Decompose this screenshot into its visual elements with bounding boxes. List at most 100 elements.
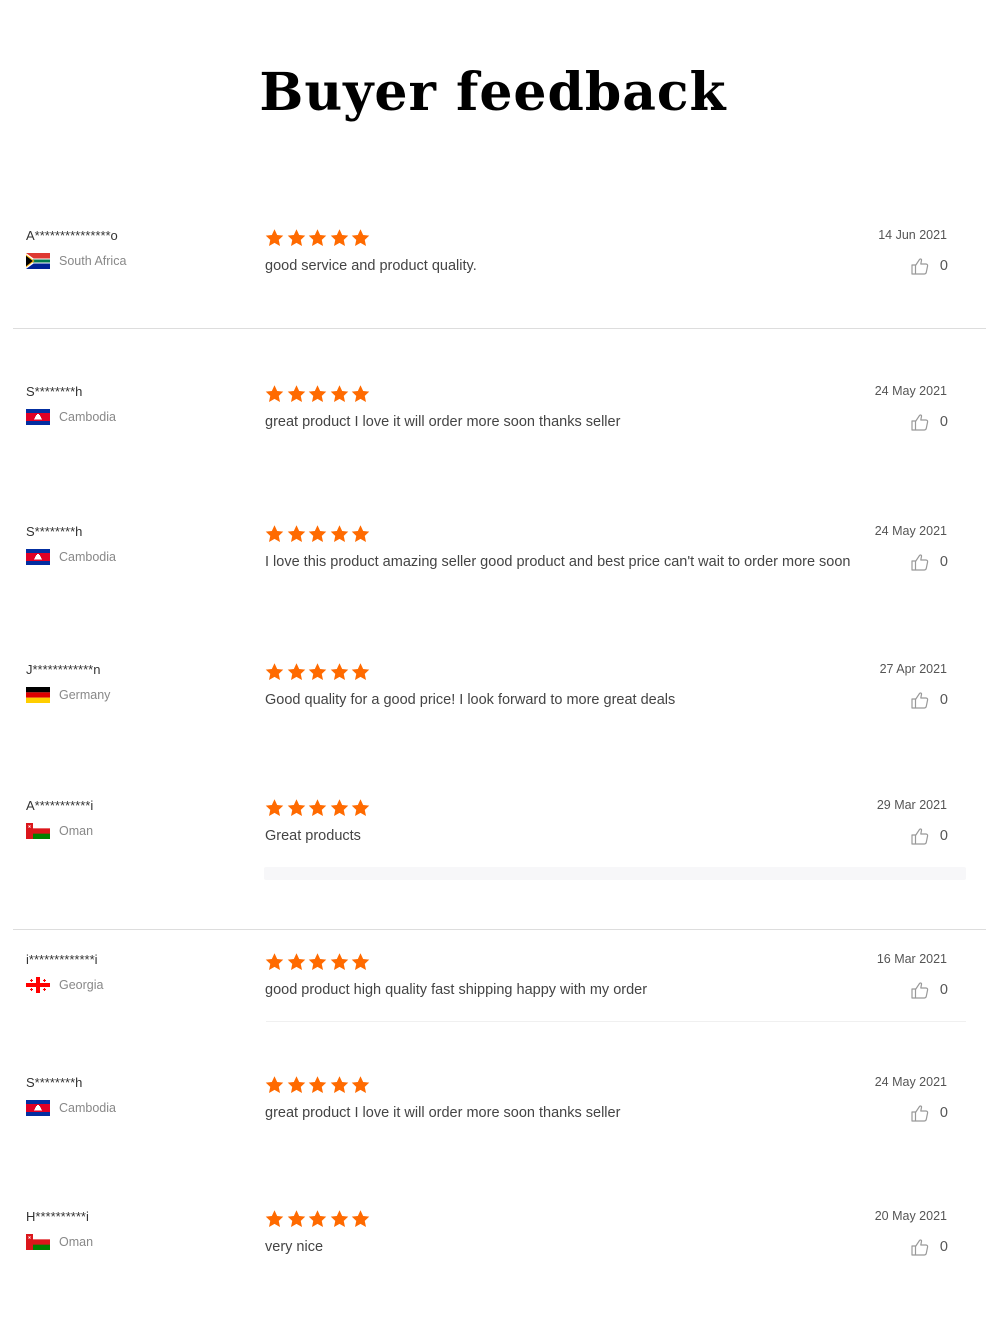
star-icon bbox=[330, 953, 348, 970]
flag-kh-icon bbox=[26, 549, 50, 565]
star-icon bbox=[265, 1210, 284, 1227]
review-date: 29 Mar 2021 bbox=[876, 798, 947, 812]
country-label: South Africa bbox=[59, 254, 127, 268]
buyer-country: Oman bbox=[26, 823, 93, 839]
review-item: S********h Cambodia I love this product … bbox=[0, 524, 986, 594]
buyer-name: S********h bbox=[26, 1075, 83, 1090]
flag-om-icon bbox=[26, 823, 50, 839]
star-icon bbox=[308, 385, 327, 402]
star-icon bbox=[308, 953, 327, 970]
star-icon bbox=[287, 385, 305, 402]
star-icon bbox=[308, 229, 327, 246]
like-count: 0 bbox=[939, 692, 948, 708]
like-count: 0 bbox=[939, 982, 948, 998]
like-count: 0 bbox=[939, 258, 948, 274]
like-button[interactable]: 0 bbox=[910, 412, 948, 432]
star-rating bbox=[264, 228, 372, 248]
thumbs-up-icon bbox=[911, 1239, 929, 1256]
country-label: Cambodia bbox=[59, 1101, 116, 1115]
buyer-country: Cambodia bbox=[26, 1100, 116, 1116]
star-rating bbox=[264, 798, 372, 818]
star-icon bbox=[265, 799, 284, 816]
star-rating bbox=[264, 662, 372, 682]
review-comment: very nice bbox=[265, 1239, 324, 1255]
star-icon bbox=[351, 1210, 370, 1227]
star-rating bbox=[264, 384, 372, 404]
star-rating bbox=[264, 524, 372, 544]
like-button[interactable]: 0 bbox=[910, 1237, 948, 1257]
star-icon bbox=[265, 385, 284, 402]
reply-placeholder bbox=[264, 867, 966, 880]
review-item: H**********i Oman very nice 20 May 2021 … bbox=[0, 1209, 986, 1279]
review-comment: good service and product quality. bbox=[265, 258, 477, 274]
review-item: A***********i Oman Great products 29 Mar… bbox=[0, 798, 986, 868]
review-date: 24 May 2021 bbox=[874, 1075, 947, 1089]
star-icon bbox=[308, 663, 327, 680]
buyer-country: South Africa bbox=[26, 253, 126, 269]
star-icon bbox=[265, 663, 284, 680]
star-icon bbox=[265, 1076, 284, 1093]
buyer-country: Georgia bbox=[26, 977, 103, 993]
country-label: Oman bbox=[59, 824, 94, 838]
star-icon bbox=[265, 953, 284, 970]
review-date: 16 Mar 2021 bbox=[876, 952, 947, 966]
review-item: A***************o South Africa good serv… bbox=[0, 228, 986, 298]
star-icon bbox=[330, 229, 348, 246]
star-icon bbox=[287, 229, 305, 246]
like-button[interactable]: 0 bbox=[910, 826, 948, 846]
star-icon bbox=[351, 1076, 370, 1093]
star-icon bbox=[330, 799, 348, 816]
star-icon bbox=[330, 1210, 348, 1227]
buyer-name: i*************i bbox=[26, 952, 98, 967]
star-icon bbox=[351, 663, 370, 680]
thumbs-up-icon bbox=[911, 554, 929, 571]
star-rating bbox=[264, 1209, 372, 1229]
like-count: 0 bbox=[939, 1239, 948, 1255]
flag-de-icon bbox=[26, 687, 50, 703]
star-rating bbox=[264, 1075, 372, 1095]
flag-om-icon bbox=[26, 1234, 50, 1250]
review-item: S********h Cambodia great product I love… bbox=[0, 384, 986, 454]
thumbs-up-icon bbox=[911, 258, 929, 275]
section-divider bbox=[13, 929, 986, 930]
buyer-name: S********h bbox=[26, 384, 83, 399]
buyer-name: A***********i bbox=[26, 798, 94, 813]
flag-ge-icon bbox=[26, 977, 50, 993]
flag-kh-icon bbox=[26, 409, 50, 425]
star-icon bbox=[351, 229, 370, 246]
star-icon bbox=[330, 385, 348, 402]
like-button[interactable]: 0 bbox=[910, 980, 948, 1000]
buyer-name: H**********i bbox=[26, 1209, 89, 1224]
review-date: 27 Apr 2021 bbox=[879, 662, 947, 676]
like-button[interactable]: 0 bbox=[910, 552, 948, 572]
star-icon bbox=[351, 385, 370, 402]
thumbs-up-icon bbox=[911, 982, 929, 999]
review-comment: good product high quality fast shipping … bbox=[265, 982, 648, 998]
review-date: 24 May 2021 bbox=[874, 384, 947, 398]
like-button[interactable]: 0 bbox=[910, 256, 948, 276]
country-label: Cambodia bbox=[59, 410, 116, 424]
star-icon bbox=[287, 1210, 305, 1227]
star-icon bbox=[287, 525, 305, 542]
country-label: Oman bbox=[59, 1235, 94, 1249]
like-button[interactable]: 0 bbox=[910, 1103, 948, 1123]
page-title: Buyer feedback bbox=[259, 62, 727, 123]
star-icon bbox=[287, 953, 305, 970]
buyer-country: Germany bbox=[26, 687, 110, 703]
like-count: 0 bbox=[939, 828, 948, 844]
star-icon bbox=[308, 1210, 327, 1227]
like-count: 0 bbox=[939, 1105, 948, 1121]
thumbs-up-icon bbox=[911, 1105, 929, 1122]
star-icon bbox=[351, 799, 370, 816]
star-icon bbox=[308, 1076, 327, 1093]
review-item: S********h Cambodia great product I love… bbox=[0, 1075, 986, 1145]
thumbs-up-icon bbox=[911, 692, 929, 709]
star-icon bbox=[330, 663, 348, 680]
review-item: i*************i Georgia good product hig… bbox=[0, 952, 986, 1022]
like-button[interactable]: 0 bbox=[910, 690, 948, 710]
star-icon bbox=[330, 525, 348, 542]
star-icon bbox=[351, 525, 370, 542]
star-rating bbox=[264, 952, 372, 972]
star-icon bbox=[308, 525, 327, 542]
star-icon bbox=[287, 663, 305, 680]
